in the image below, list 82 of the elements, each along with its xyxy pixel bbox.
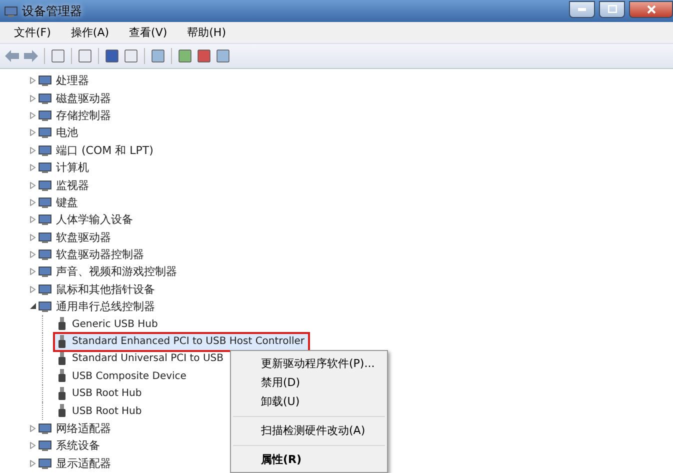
tree-item[interactable]: 人体学输入设备 [56,212,133,228]
tree-item[interactable]: 声音、视频和游戏控制器 [56,264,177,280]
device-icon [38,161,52,174]
usb-plug-icon [58,334,66,349]
device-icon [38,282,52,296]
device-icon [38,300,52,314]
device-icon [38,456,52,470]
device-icon [38,178,52,192]
tree-item[interactable]: 网络适配器 [56,421,111,436]
tree-item[interactable]: Standard Universal PCI to USB [55,350,226,367]
tree-item[interactable]: 端口 (COM 和 LPT) [56,142,154,158]
expand-icon[interactable] [30,234,36,241]
tree-item[interactable]: 通用串行总线控制器 [56,299,155,314]
expand-icon[interactable] [30,182,36,189]
usb-plug-icon [58,404,66,418]
expand-icon[interactable] [30,164,36,172]
minimize-button[interactable] [569,0,595,18]
menu-item[interactable]: 查看(V) [119,25,178,40]
device-icon [38,126,52,140]
usb-plug-icon [58,352,66,366]
expand-icon[interactable] [30,77,36,84]
expand-icon[interactable] [30,268,36,276]
menu-item[interactable]: 属性(R) [233,445,385,469]
tree-item[interactable]: Standard Enhanced PCI to USB Host Controller [55,334,308,350]
device-icon [38,196,52,209]
tree-item[interactable]: 处理器 [56,73,89,88]
maximize-icon [608,5,616,13]
expand-icon[interactable] [30,198,36,206]
back-icon[interactable] [4,48,20,64]
expand-icon[interactable] [30,442,36,450]
expand-icon[interactable] [30,460,36,467]
tree-item[interactable]: 电池 [56,125,78,140]
tree-item[interactable]: USB Root Hub [55,403,145,420]
usb-plug-icon [58,317,66,332]
tree-item[interactable]: USB Root Hub [55,386,145,402]
usb-plug-icon [58,369,66,384]
menu-item[interactable]: 禁用(D) [233,373,385,392]
menu-item[interactable]: 操作(A) [60,25,120,40]
tree-item[interactable]: 系统设备 [56,438,100,454]
tree-item[interactable]: 软盘驱动器 [56,230,111,245]
close-button[interactable] [629,0,673,18]
tree-item[interactable]: 磁盘驱动器 [56,90,111,106]
tree-item[interactable]: 键盘 [56,194,78,210]
tree-item[interactable]: 存储控制器 [56,108,111,123]
device-manager-icon [4,4,18,18]
expand-icon[interactable] [30,425,36,432]
expand-icon[interactable] [30,94,36,102]
maximize-button[interactable] [599,0,625,18]
tree-item[interactable]: 鼠标和其他指针设备 [56,282,155,297]
tree-item[interactable]: Generic USB Hub [55,316,161,332]
menu-item[interactable]: 文件(F) [4,25,61,40]
menu-item[interactable]: 更新驱动程序软件(P)... [233,354,385,373]
menu-item[interactable]: 卸载(U) [233,392,385,411]
close-icon [646,4,656,14]
expand-icon[interactable] [30,286,36,293]
collapse-icon[interactable] [30,303,36,310]
device-icon [38,108,52,122]
tree-item[interactable]: 监视器 [56,178,89,193]
forward-icon[interactable] [23,48,39,64]
device-icon [38,230,52,244]
device-icon [38,248,52,262]
expand-icon[interactable] [30,129,36,136]
tree-item[interactable]: USB Composite Device [55,368,190,384]
tree-item[interactable]: 计算机 [56,160,89,176]
expand-icon[interactable] [30,251,36,258]
menu-item[interactable]: 扫描检测硬件改动(A) [233,416,385,440]
device-icon [38,265,52,278]
expand-icon[interactable] [30,146,36,154]
tree-item[interactable]: 软盘驱动器控制器 [56,247,144,262]
expand-icon[interactable] [30,112,36,119]
expand-icon[interactable] [30,216,36,224]
minimize-icon [578,8,586,10]
tree-item[interactable]: 显示适配器 [56,456,111,471]
window-title: 设备管理器 [22,2,82,20]
device-icon [38,92,52,105]
device-icon [38,439,52,452]
device-icon [38,213,52,226]
device-icon [38,144,52,157]
device-icon [38,422,52,435]
menu-item[interactable]: 帮助(H) [177,25,236,40]
device-icon [38,74,52,88]
usb-plug-icon [58,386,66,401]
